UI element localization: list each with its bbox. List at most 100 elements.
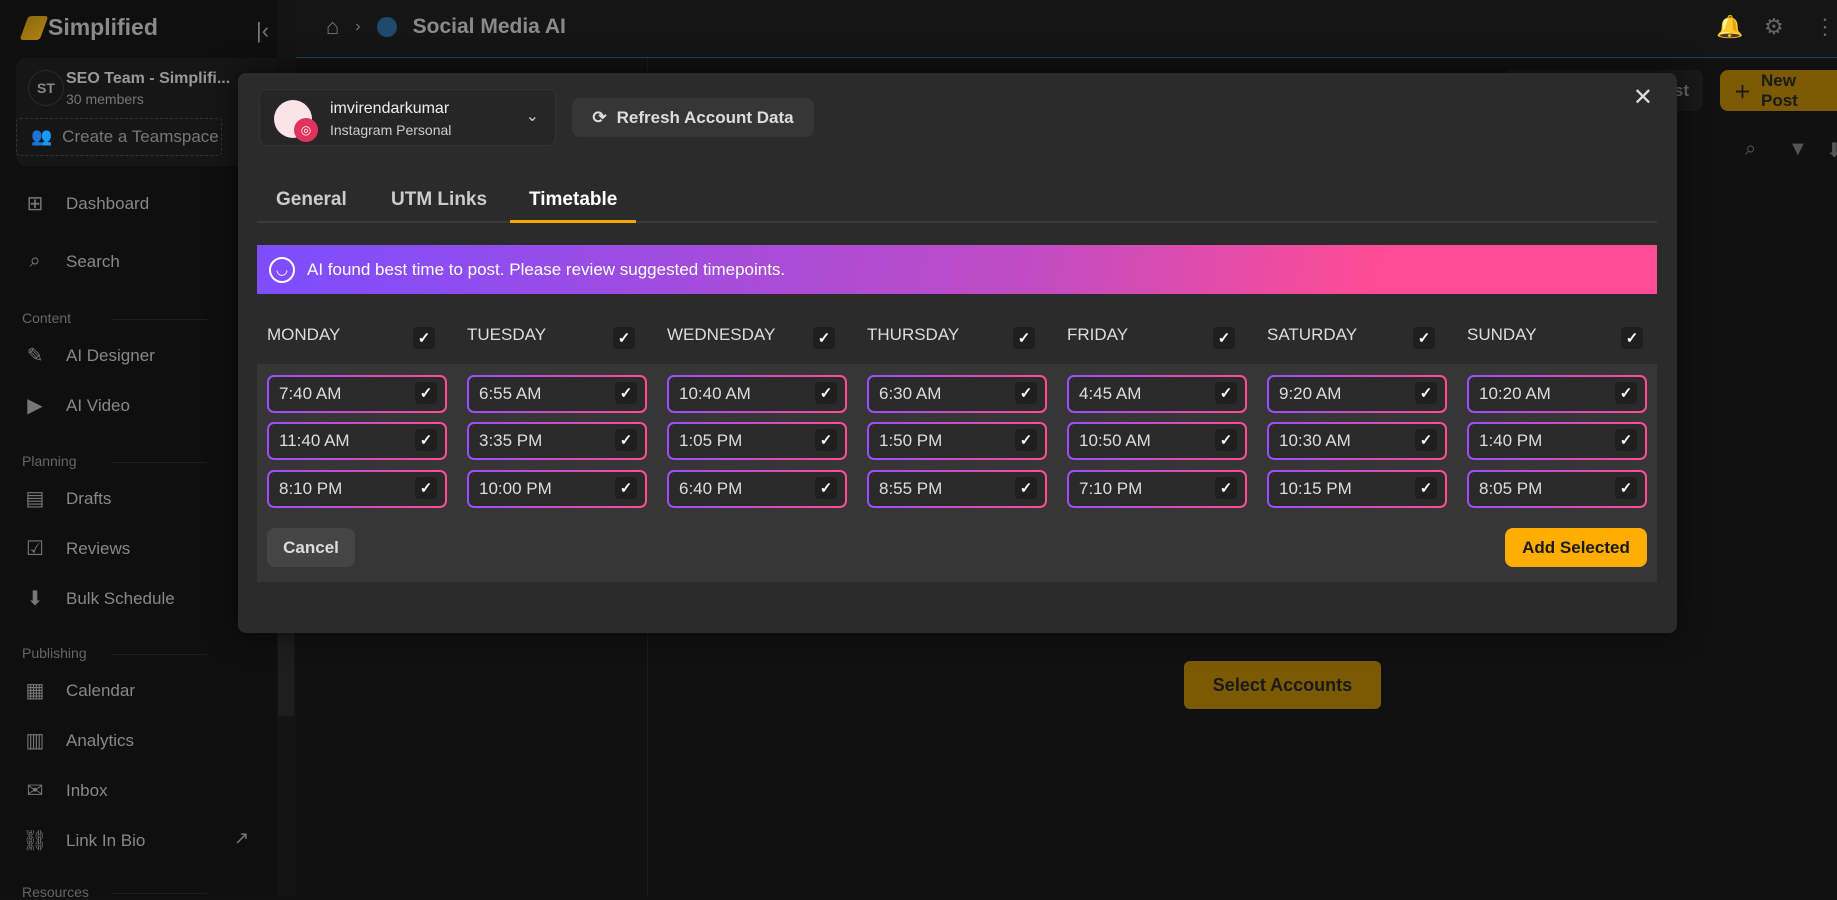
time-slot[interactable]: 1:40 PM ✓ xyxy=(1467,422,1647,460)
sidebar-section-planning: Planning xyxy=(22,453,206,469)
bell-icon[interactable]: 🔔 xyxy=(1716,14,1743,40)
time-slot-checkbox[interactable]: ✓ xyxy=(1415,477,1437,499)
time-slot-checkbox[interactable]: ✓ xyxy=(415,382,437,404)
time-slot-checkbox[interactable]: ✓ xyxy=(1015,429,1037,451)
sidebar-item-calendar[interactable]: ▦ Calendar xyxy=(22,678,135,703)
day-header-tuesday: TUESDAY xyxy=(467,325,547,344)
time-slot[interactable]: 10:20 AM ✓ xyxy=(1467,375,1647,413)
day-checkbox-friday[interactable]: ✓ xyxy=(1213,327,1235,349)
time-slot-checkbox[interactable]: ✓ xyxy=(1215,382,1237,404)
chevron-right-icon: › xyxy=(355,18,361,35)
time-slot[interactable]: 8:10 PM ✓ xyxy=(267,470,447,508)
time-slot-checkbox[interactable]: ✓ xyxy=(415,477,437,499)
time-slot[interactable]: 11:40 AM ✓ xyxy=(267,422,447,460)
brand-logo[interactable]: Simplified xyxy=(19,14,158,41)
add-selected-button[interactable]: Add Selected xyxy=(1505,528,1647,567)
time-slot[interactable]: 7:40 AM ✓ xyxy=(267,375,447,413)
calendar-icon: ▦ xyxy=(25,680,45,702)
time-slot-checkbox[interactable]: ✓ xyxy=(815,429,837,451)
time-slot-checkbox[interactable]: ✓ xyxy=(615,477,637,499)
time-slot-checkbox[interactable]: ✓ xyxy=(1415,429,1437,451)
day-checkbox-tuesday[interactable]: ✓ xyxy=(613,327,635,349)
time-slot[interactable]: 8:05 PM ✓ xyxy=(1467,470,1647,508)
apps-grid-icon[interactable]: ⋮⋮⋮ xyxy=(1814,14,1837,40)
time-slot-checkbox[interactable]: ✓ xyxy=(1615,477,1637,499)
account-selector[interactable]: ◎ imvirendarkumar Instagram Personal ⌄ xyxy=(259,89,556,146)
sidebar-section-resources: Resources xyxy=(22,884,207,900)
collapse-sidebar-icon[interactable]: |‹ xyxy=(256,18,269,44)
download-icon[interactable]: ⬇ xyxy=(1826,138,1837,163)
time-slot[interactable]: 10:50 AM ✓ xyxy=(1067,422,1247,460)
day-checkbox-wednesday[interactable]: ✓ xyxy=(813,327,835,349)
time-slot-checkbox[interactable]: ✓ xyxy=(1615,382,1637,404)
sidebar-item-link-in-bio[interactable]: ⛓ Link In Bio xyxy=(22,828,145,853)
day-checkbox-thursday[interactable]: ✓ xyxy=(1013,327,1035,349)
time-slot-inner: 3:35 PM ✓ xyxy=(469,424,645,458)
time-slot[interactable]: 8:55 PM ✓ xyxy=(867,470,1047,508)
time-slot[interactable]: 1:50 PM ✓ xyxy=(867,422,1047,460)
time-slot[interactable]: 4:45 AM ✓ xyxy=(1067,375,1247,413)
time-slot[interactable]: 6:30 AM ✓ xyxy=(867,375,1047,413)
day-checkbox-monday[interactable]: ✓ xyxy=(413,327,435,349)
new-post-button[interactable]: ＋ New Post xyxy=(1720,70,1837,111)
tab-timetable[interactable]: Timetable xyxy=(510,189,637,223)
download-icon: ⬇ xyxy=(26,588,44,610)
tab-utm-links[interactable]: UTM Links xyxy=(391,189,487,223)
home-icon[interactable]: ⌂ xyxy=(326,14,339,40)
gear-icon[interactable]: ⚙ xyxy=(1764,14,1784,40)
sidebar-item-reviews[interactable]: ☑ Reviews xyxy=(22,536,130,561)
time-slot-checkbox[interactable]: ✓ xyxy=(1215,429,1237,451)
new-post-label: New Post xyxy=(1761,70,1798,110)
create-teamspace-button[interactable]: 👥 Create a Teamspace xyxy=(16,118,222,156)
sidebar-item-drafts[interactable]: ▤ Drafts xyxy=(22,486,112,511)
time-slot[interactable]: 10:15 PM ✓ xyxy=(1267,470,1447,508)
ai-suggestion-banner: ◡ AI found best time to post. Please revi… xyxy=(257,245,1657,294)
chart-icon: ▥ xyxy=(25,730,45,752)
time-slot[interactable]: 10:30 AM ✓ xyxy=(1267,422,1447,460)
time-slot[interactable]: 9:20 AM ✓ xyxy=(1267,375,1447,413)
sidebar: Simplified |‹ ST SEO Team - Simplifi... … xyxy=(0,0,284,900)
filter-icon[interactable]: ▼ xyxy=(1788,138,1808,161)
sidebar-item-analytics[interactable]: ▥ Analytics xyxy=(22,728,134,753)
cancel-button[interactable]: Cancel xyxy=(267,528,355,567)
close-icon[interactable]: ✕ xyxy=(1633,83,1653,112)
time-slot-checkbox[interactable]: ✓ xyxy=(1015,382,1037,404)
time-slot-checkbox[interactable]: ✓ xyxy=(1415,382,1437,404)
sidebar-item-ai-video[interactable]: ▶ AI Video xyxy=(22,393,130,418)
time-slot-label: 6:30 AM xyxy=(879,384,942,403)
time-slot-checkbox[interactable]: ✓ xyxy=(1215,477,1237,499)
team-name: SEO Team - Simplifi... xyxy=(66,70,231,87)
time-slot[interactable]: 6:55 AM ✓ xyxy=(467,375,647,413)
account-type: Instagram Personal xyxy=(330,122,452,138)
time-slot-checkbox[interactable]: ✓ xyxy=(615,429,637,451)
time-slot[interactable]: 1:05 PM ✓ xyxy=(667,422,847,460)
time-slot-label: 8:55 PM xyxy=(879,479,943,498)
time-slot-checkbox[interactable]: ✓ xyxy=(815,477,837,499)
sidebar-item-ai-designer[interactable]: ✎ AI Designer xyxy=(22,343,155,368)
time-slot-checkbox[interactable]: ✓ xyxy=(615,382,637,404)
sidebar-item-inbox[interactable]: ✉ Inbox xyxy=(22,778,108,803)
scrollbar-thumb[interactable] xyxy=(278,630,294,716)
sidebar-item-bulk-schedule[interactable]: ⬇ Bulk Schedule xyxy=(22,586,175,611)
search-icon[interactable]: ⌕ xyxy=(1745,138,1756,161)
time-slot[interactable]: 10:40 AM ✓ xyxy=(667,375,847,413)
sidebar-item-label: Calendar xyxy=(66,680,135,700)
tab-general[interactable]: General xyxy=(276,189,347,223)
sidebar-item-dashboard[interactable]: ⊞ Dashboard xyxy=(22,191,150,216)
time-slot[interactable]: 6:40 PM ✓ xyxy=(667,470,847,508)
time-slot-label: 8:10 PM xyxy=(279,479,343,498)
time-slot[interactable]: 10:00 PM ✓ xyxy=(467,470,647,508)
review-icon: ☑ xyxy=(26,538,44,560)
select-accounts-button[interactable]: Select Accounts xyxy=(1184,661,1381,709)
time-slot-checkbox[interactable]: ✓ xyxy=(415,429,437,451)
day-checkbox-saturday[interactable]: ✓ xyxy=(1413,327,1435,349)
sidebar-item-search[interactable]: ⌕ Search xyxy=(22,250,119,273)
time-slot[interactable]: 7:10 PM ✓ xyxy=(1067,470,1247,508)
time-slot-checkbox[interactable]: ✓ xyxy=(1015,477,1037,499)
day-checkbox-sunday[interactable]: ✓ xyxy=(1621,327,1643,349)
time-slot-checkbox[interactable]: ✓ xyxy=(1615,429,1637,451)
time-slot[interactable]: 3:35 PM ✓ xyxy=(467,422,647,460)
time-slot-checkbox[interactable]: ✓ xyxy=(815,382,837,404)
refresh-account-data-button[interactable]: ⟳ Refresh Account Data xyxy=(572,98,814,137)
external-link-icon[interactable]: ↗ xyxy=(234,828,249,849)
